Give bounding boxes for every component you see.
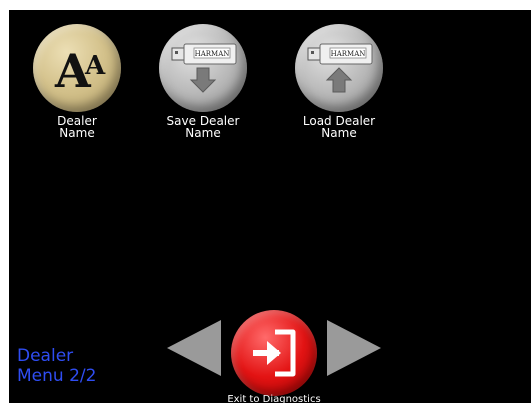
- dealer-menu-screen: A A Dealer Name HARMAN Save Dealer Name: [9, 10, 531, 403]
- dealer-name-circle: A A: [33, 24, 121, 112]
- letters-aa-icon: A A: [54, 44, 106, 98]
- save-dealer-name-circle: HARMAN: [159, 24, 247, 112]
- page-title-line1: Dealer: [17, 346, 74, 366]
- save-dealer-name-button[interactable]: HARMAN Save Dealer Name: [153, 24, 253, 139]
- load-dealer-name-label: Load Dealer Name: [302, 114, 376, 140]
- load-dealer-name-circle: HARMAN: [295, 24, 383, 112]
- svg-text:A: A: [84, 51, 106, 81]
- next-page-arrow-icon[interactable]: [327, 320, 381, 376]
- dealer-name-button[interactable]: A A Dealer Name: [27, 24, 127, 139]
- page-title: Dealer Menu 2/2: [17, 346, 96, 386]
- dealer-name-label: Dealer Name: [57, 114, 97, 140]
- usb-drive-download-icon: HARMAN: [171, 43, 237, 93]
- load-dealer-name-button[interactable]: HARMAN Load Dealer Name: [289, 24, 389, 139]
- exit-to-diagnostics-label: Exit to Diagnostics: [227, 394, 321, 403]
- previous-page-arrow-icon[interactable]: [167, 320, 221, 376]
- svg-text:HARMAN: HARMAN: [331, 50, 366, 58]
- exit-door-icon: [253, 329, 296, 377]
- exit-to-diagnostics-button[interactable]: [231, 310, 317, 396]
- save-dealer-name-label: Save Dealer Name: [166, 114, 240, 140]
- svg-text:HARMAN: HARMAN: [195, 50, 230, 58]
- page-title-line2: Menu 2/2: [17, 366, 97, 386]
- usb-drive-upload-icon: HARMAN: [307, 43, 373, 93]
